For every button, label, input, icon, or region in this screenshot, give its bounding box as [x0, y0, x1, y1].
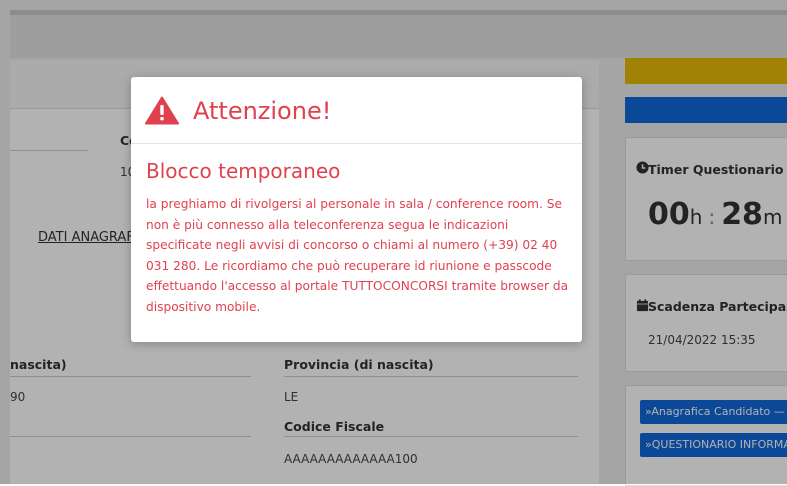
warning-triangle-icon — [145, 96, 179, 125]
modal-message: la preghiamo di rivolgersi al personale … — [146, 197, 569, 314]
modal-title: Attenzione! — [193, 97, 332, 125]
modal-subtitle: Blocco temporaneo — [146, 159, 341, 183]
warning-modal: Attenzione! Blocco temporaneo la preghia… — [131, 77, 582, 342]
modal-header: Attenzione! — [131, 77, 582, 144]
